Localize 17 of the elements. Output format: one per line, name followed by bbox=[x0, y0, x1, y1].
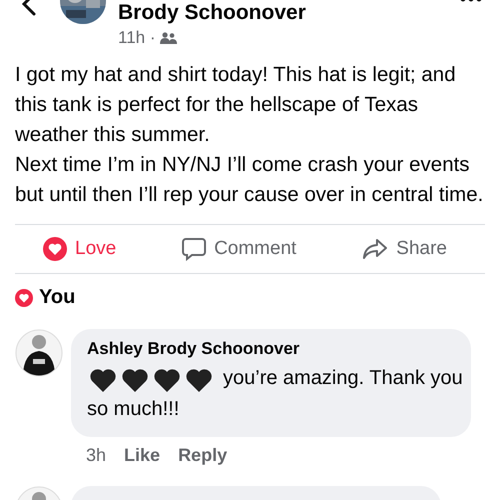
comment-text: you’re amazing. Thank you bbox=[223, 366, 463, 391]
comment-button[interactable]: Comment bbox=[182, 237, 296, 261]
share-button[interactable]: Share bbox=[362, 238, 447, 260]
author-name[interactable]: Brody Schoonover bbox=[118, 1, 306, 25]
love-button[interactable]: Love bbox=[43, 237, 116, 261]
post-text: I got my hat and shirt today! This hat is legit; and this tank is perfect for the hellscape of Texas weather this summer. Next time I’m in NY/NJ I’ll come crash your events but until then I’ll rep your cause over in central time. bbox=[15, 62, 484, 208]
share-arrow-icon bbox=[362, 238, 388, 260]
speech-bubble-icon bbox=[182, 237, 206, 261]
comment-text: so much!!! bbox=[87, 397, 180, 422]
like-link[interactable]: Like bbox=[124, 445, 160, 466]
back-icon[interactable] bbox=[22, 0, 36, 16]
reaction-names[interactable]: You bbox=[39, 286, 76, 309]
friends-icon bbox=[160, 32, 176, 44]
reply-link[interactable]: Reply bbox=[178, 445, 228, 466]
comment-time: 3h bbox=[86, 445, 106, 466]
post-time: 11h · bbox=[118, 28, 156, 48]
commenter-name[interactable]: Ashley Brody Schoonover bbox=[87, 339, 455, 359]
